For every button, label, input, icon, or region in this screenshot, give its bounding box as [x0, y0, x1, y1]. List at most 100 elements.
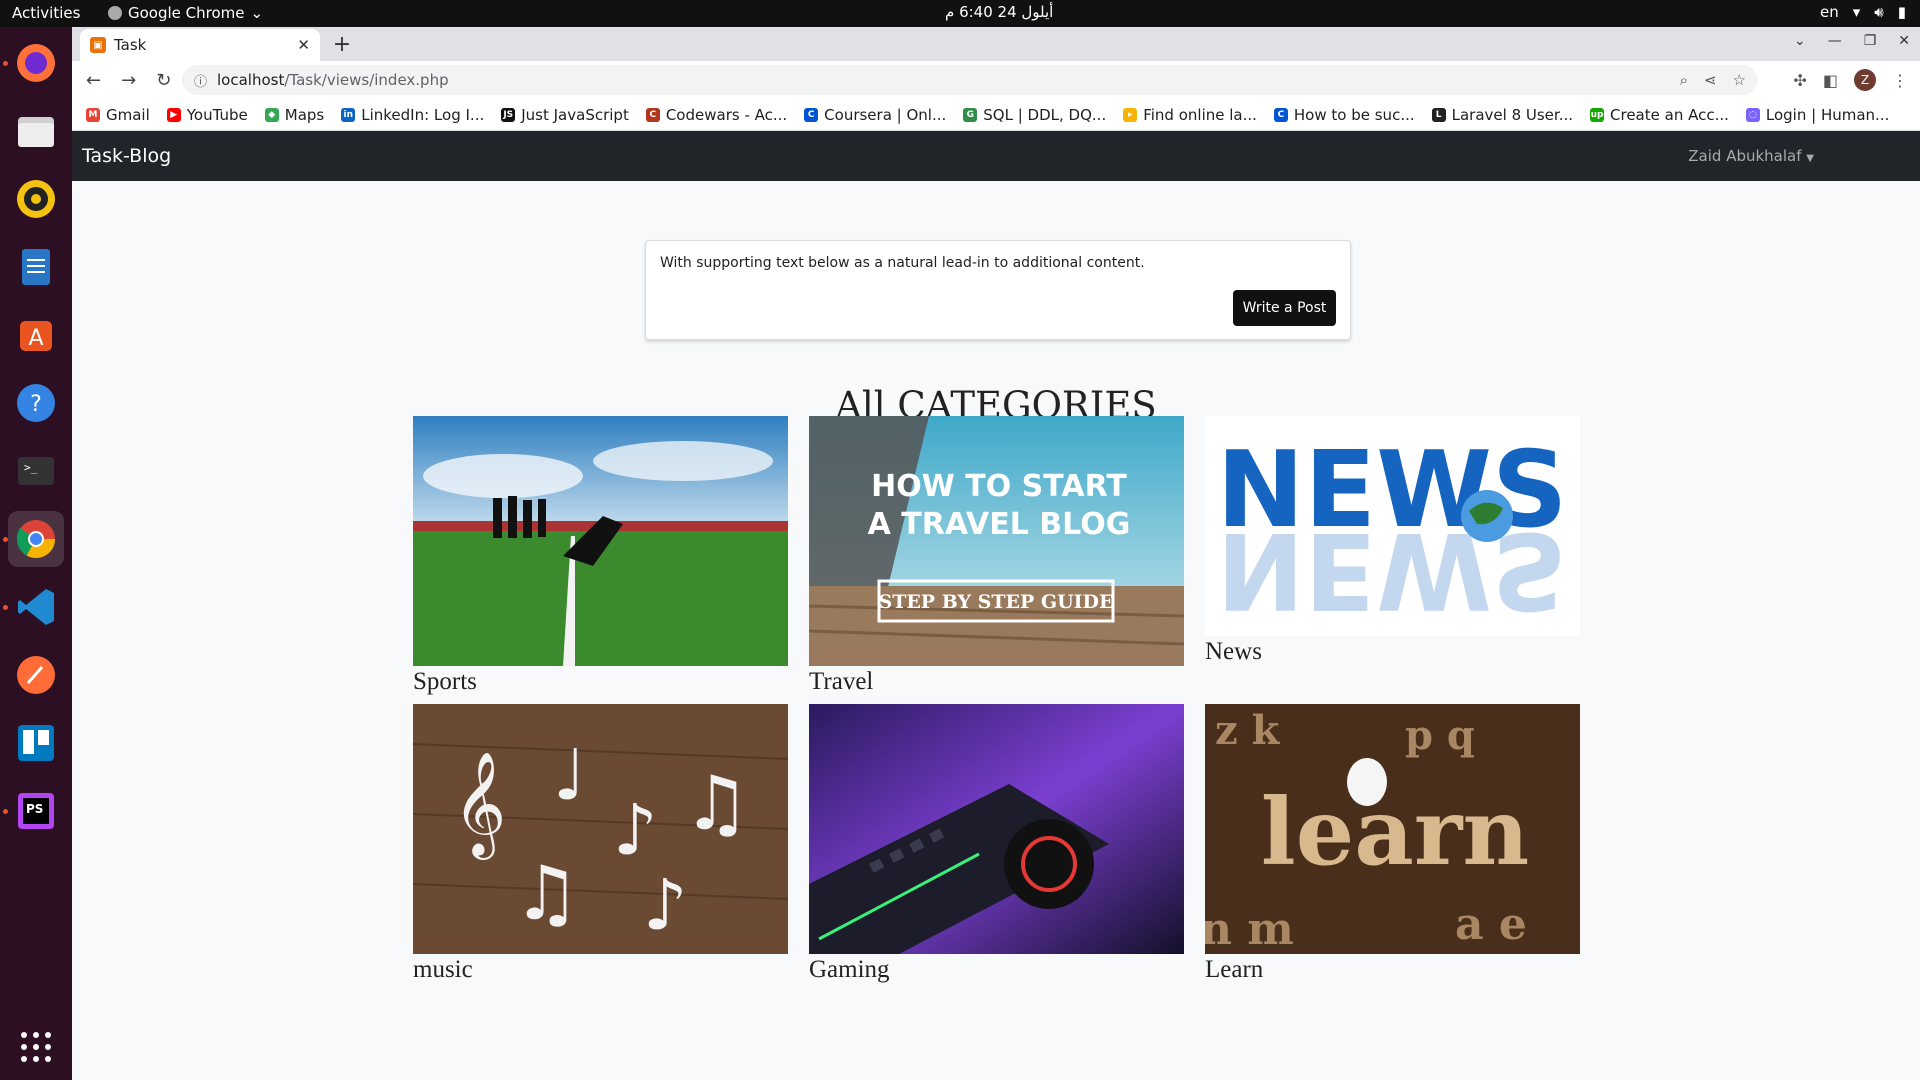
bookmark-item[interactable]: C How to be suc...	[1273, 106, 1415, 124]
close-window-icon[interactable]: ✕	[1898, 33, 1910, 49]
software-center-icon[interactable]: A	[8, 307, 64, 363]
category-travel[interactable]: HOW TO START A TRAVEL BLOG STEP BY STEP …	[809, 416, 1184, 696]
category-label[interactable]: Sports	[413, 668, 788, 696]
user-dropdown[interactable]: Zaid Abukhalaf ▼	[1688, 147, 1814, 165]
extensions-icon[interactable]: ✣	[1793, 71, 1806, 90]
reload-icon[interactable]: ↻	[156, 70, 171, 91]
running-indicator	[3, 605, 8, 610]
bookmark-favicon-icon: ◆	[264, 107, 279, 122]
bookmark-favicon-icon: M	[86, 107, 100, 122]
files-icon[interactable]	[8, 103, 64, 159]
bookmark-favicon-icon: ▸	[1123, 107, 1138, 122]
svg-text:a e: a e	[1455, 899, 1527, 950]
forward-icon[interactable]: →	[121, 70, 136, 91]
svg-text:z k: z k	[1215, 707, 1281, 754]
menu-icon[interactable]: ⋮	[1892, 71, 1908, 90]
close-tab-icon[interactable]: ✕	[297, 36, 310, 54]
bookmark-favicon-icon: in	[341, 107, 356, 122]
share-icon[interactable]: ⋖	[1704, 71, 1717, 89]
category-label[interactable]: Travel	[809, 668, 1184, 696]
writer-icon[interactable]	[8, 239, 64, 295]
bookmark-label: Gmail	[106, 105, 150, 124]
bookmark-favicon-icon: L	[1431, 107, 1446, 122]
site-info-icon[interactable]: ⓘ	[194, 71, 207, 90]
bookmark-label: Codewars - Ac...	[665, 105, 788, 124]
bookmark-favicon-icon: C	[645, 107, 660, 122]
postman-icon[interactable]	[8, 647, 64, 703]
category-sports[interactable]: Sports	[413, 416, 788, 696]
svg-text:♪: ♪	[613, 789, 658, 871]
travel-image[interactable]: HOW TO START A TRAVEL BLOG STEP BY STEP …	[809, 416, 1184, 666]
chrome-icon[interactable]	[8, 511, 64, 567]
bookmark-item[interactable]: C Codewars - Ac...	[645, 105, 788, 124]
bookmark-item[interactable]: G SQL | DDL, DQ...	[963, 106, 1106, 124]
bookmark-item[interactable]: ◌ Login | Human...	[1745, 106, 1889, 124]
address-bar[interactable]: ⓘ localhost/Task/views/index.php ⌕ ⋖ ☆	[182, 65, 1758, 95]
svg-text:♫: ♫	[513, 849, 580, 937]
bookmark-item[interactable]: C Coursera | Onl...	[804, 106, 946, 124]
page-viewport: Task-Blog Zaid Abukhalaf ▼ With supporti…	[72, 131, 1920, 1080]
svg-text:?: ?	[30, 392, 42, 417]
music-image[interactable]: 𝄞 ♩ ♪ ♫ ♫ ♪	[413, 704, 788, 954]
side-panel-icon[interactable]: ◧	[1823, 71, 1838, 90]
show-apps-icon[interactable]	[8, 1019, 64, 1075]
bookmark-item[interactable]: JS Just JavaScript	[501, 106, 629, 124]
brand-link[interactable]: Task-Blog	[82, 145, 171, 167]
system-top-bar: Activities Google Chrome ⌄ أيلول 24 6:40…	[0, 0, 1920, 27]
profile-avatar[interactable]: Z	[1854, 69, 1876, 91]
learn-image[interactable]: z k p q n m a e learn	[1205, 704, 1580, 954]
write-post-button[interactable]: Write a Post	[1233, 290, 1336, 326]
terminal-icon[interactable]: >_	[8, 443, 64, 499]
rhythmbox-icon[interactable]	[8, 171, 64, 227]
bookmark-item[interactable]: ▶ YouTube	[166, 106, 248, 124]
bookmark-item[interactable]: L Laravel 8 User...	[1431, 106, 1573, 124]
bookmark-item[interactable]: ▸ Find online la...	[1123, 106, 1257, 124]
category-music[interactable]: 𝄞 ♩ ♪ ♫ ♫ ♪ music	[413, 704, 788, 984]
category-label[interactable]: Learn	[1205, 956, 1580, 984]
bookmark-label: Coursera | Onl...	[824, 105, 947, 124]
category-label[interactable]: Gaming	[809, 956, 1184, 984]
zoom-icon[interactable]: ⌕	[1680, 71, 1688, 89]
phpstorm-icon[interactable]: PS	[8, 783, 64, 839]
category-label[interactable]: music	[413, 956, 788, 984]
chrome-small-icon	[108, 6, 122, 20]
bookmark-item[interactable]: ◆ Maps	[264, 106, 324, 124]
clock[interactable]: أيلول 24 6:40 م	[945, 3, 1053, 21]
category-label[interactable]: News	[1205, 638, 1580, 666]
sports-image[interactable]	[413, 416, 788, 666]
category-learn[interactable]: z k p q n m a e learn Learn	[1205, 704, 1580, 984]
dock: A ? >_ PS	[0, 27, 72, 1080]
activities-button[interactable]: Activities	[12, 4, 80, 22]
category-gaming[interactable]: Gaming	[809, 704, 1184, 984]
svg-text:p q: p q	[1405, 712, 1475, 759]
minimize-icon[interactable]: —	[1828, 33, 1842, 49]
system-tray[interactable]: en ▾ 🔊︎ ▮	[1820, 3, 1906, 21]
gaming-image[interactable]	[809, 704, 1184, 954]
firefox-icon[interactable]	[8, 35, 64, 91]
news-image[interactable]: NEWS NEWS	[1205, 416, 1580, 636]
tab-task[interactable]: ▣ Task ✕	[80, 29, 320, 61]
app-menu[interactable]: Google Chrome ⌄	[108, 4, 263, 22]
chevron-down-icon: ⌄	[250, 4, 264, 22]
svg-text:A: A	[28, 326, 43, 351]
toolbar: ← → ↻ ⓘ localhost/Task/views/index.php ⌕…	[72, 61, 1920, 99]
language-indicator[interactable]: en	[1820, 3, 1839, 21]
volume-icon: 🔊︎	[1874, 3, 1884, 21]
bookmark-item[interactable]: M Gmail	[86, 106, 150, 124]
favicon-icon: ▣	[90, 37, 106, 53]
svg-text:♫: ♫	[683, 759, 750, 847]
bookmark-label: Create an Acc...	[1610, 105, 1729, 124]
running-indicator	[3, 61, 8, 66]
trello-icon[interactable]	[8, 715, 64, 771]
help-icon[interactable]: ?	[8, 375, 64, 431]
back-icon[interactable]: ←	[86, 70, 101, 91]
travel-banner-line2: A TRAVEL BLOG	[868, 507, 1131, 542]
tab-search-icon[interactable]: ⌄	[1794, 33, 1806, 49]
bookmark-item[interactable]: up Create an Acc...	[1590, 106, 1729, 124]
bookmark-star-icon[interactable]: ☆	[1733, 71, 1746, 89]
bookmark-item[interactable]: in LinkedIn: Log I...	[341, 106, 484, 124]
new-tab-button[interactable]: +	[328, 30, 356, 58]
category-news[interactable]: NEWS NEWS News	[1205, 416, 1580, 666]
vscode-icon[interactable]	[8, 579, 64, 635]
restore-icon[interactable]: ❐	[1864, 33, 1877, 49]
